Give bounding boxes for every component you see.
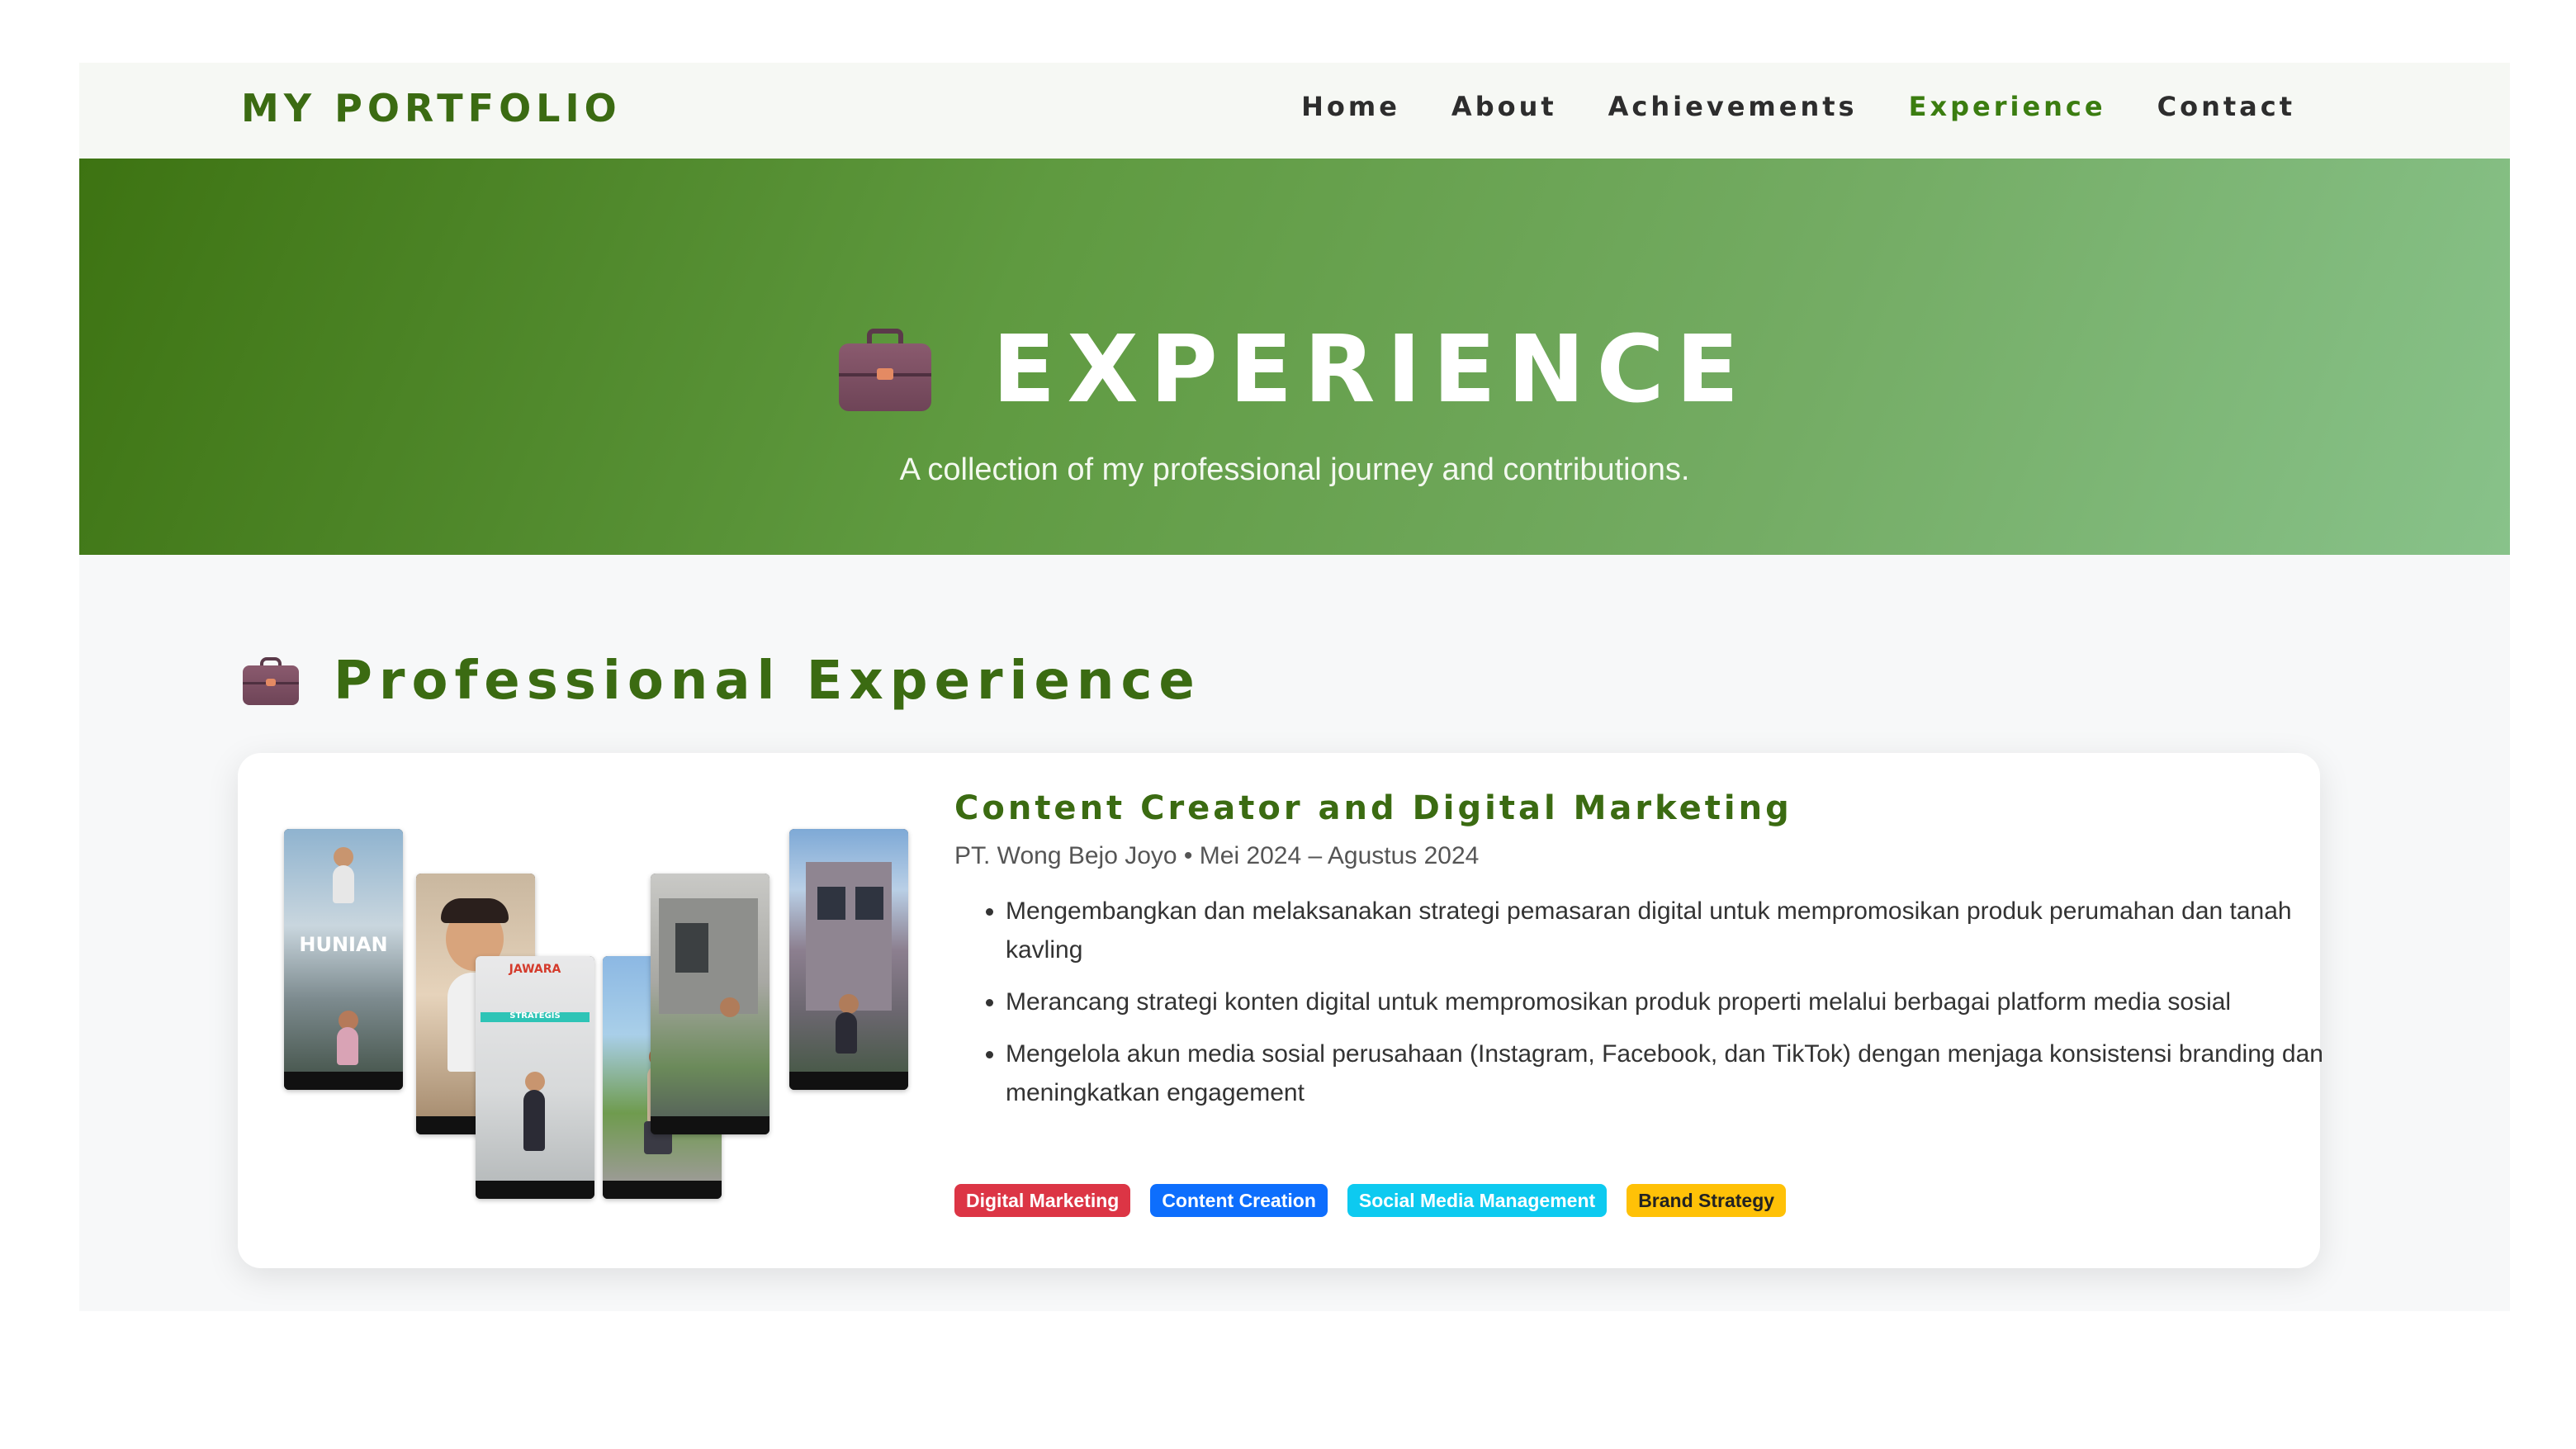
- list-item: Mengelola akun media sosial perusahaan (…: [1006, 1035, 2327, 1112]
- briefcase-icon: [838, 329, 931, 411]
- responsibility-list: Mengembangkan dan melaksanakan strategi …: [954, 892, 2327, 1125]
- nav-link-achievements[interactable]: Achievements: [1608, 91, 1858, 122]
- collage-text-strategis: STRATEGIS: [509, 1011, 561, 1020]
- tiktok-screenshot: [651, 874, 769, 1134]
- tag-content-creation: Content Creation: [1150, 1184, 1328, 1217]
- hero-title-row: EXPERIENCE: [79, 324, 2510, 416]
- brand-logo[interactable]: MY PORTFOLIO: [241, 86, 622, 130]
- section-title: Professional Experience: [334, 651, 1201, 712]
- tiktok-screenshot: JAWARA STRATEGIS: [476, 956, 594, 1199]
- tag-brand-strategy: Brand Strategy: [1627, 1184, 1787, 1217]
- nav-link-home[interactable]: Home: [1301, 91, 1400, 122]
- tag-digital-marketing: Digital Marketing: [954, 1184, 1131, 1217]
- experience-card: HUNIAN JAWARA STRATEGIS Content Creator …: [238, 753, 2323, 1268]
- collage-text-jawara: JAWARA: [509, 963, 561, 976]
- nav-link-about[interactable]: About: [1451, 91, 1557, 122]
- page-frame: MY PORTFOLIO Home About Achievements Exp…: [79, 63, 2510, 1311]
- skill-tags: Digital Marketing Content Creation Socia…: [954, 1184, 1787, 1217]
- tag-social-media-management: Social Media Management: [1347, 1184, 1608, 1217]
- nav-links: Home About Achievements Experience Conta…: [1301, 91, 2295, 122]
- nav-link-experience[interactable]: Experience: [1909, 91, 2106, 122]
- hero-banner: EXPERIENCE A collection of my profession…: [79, 159, 2510, 555]
- briefcase-icon: [243, 657, 299, 705]
- job-title: Content Creator and Digital Marketing: [954, 789, 1792, 827]
- list-item: Mengembangkan dan melaksanakan strategi …: [1006, 892, 2327, 969]
- hero-subtitle: A collection of my professional journey …: [899, 452, 1690, 487]
- hero-title: EXPERIENCE: [992, 316, 1751, 424]
- job-meta: PT. Wong Bejo Joyo • Mei 2024 – Agustus …: [954, 842, 1480, 869]
- list-item: Merancang strategi konten digital untuk …: [1006, 983, 2327, 1021]
- tiktok-screenshot: HUNIAN: [284, 829, 403, 1090]
- nav-link-contact[interactable]: Contact: [2157, 91, 2295, 122]
- tiktok-screenshot: [789, 829, 908, 1090]
- collage-text-hunian: HUNIAN: [299, 933, 388, 956]
- section-header: Professional Experience: [243, 651, 1201, 712]
- navbar: MY PORTFOLIO Home About Achievements Exp…: [79, 63, 2510, 159]
- experience-image-collage: HUNIAN JAWARA STRATEGIS: [284, 829, 912, 1199]
